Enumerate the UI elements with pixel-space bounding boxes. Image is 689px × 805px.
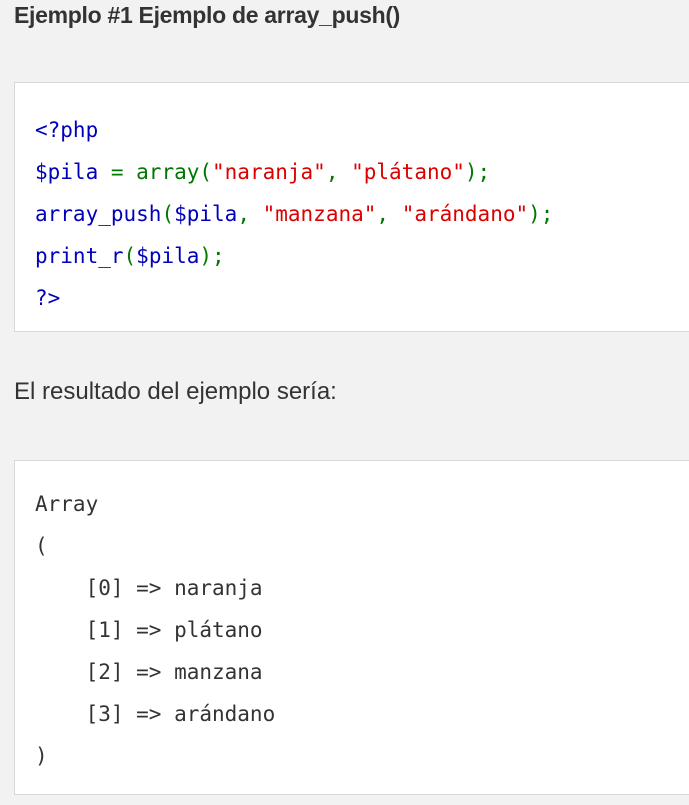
code-token: = — [110, 160, 137, 184]
result-label: El resultado del ejemplo sería: — [14, 378, 337, 405]
output-block: Array ( [0] => naranja [1] => plátano [2]… — [14, 460, 689, 795]
output-line: [2] => manzana — [35, 660, 263, 684]
code-token: <?php — [35, 118, 99, 142]
code-token: $pila — [35, 160, 111, 184]
code-token: , — [325, 160, 352, 184]
code-token: "manzana" — [262, 202, 377, 226]
output-line: ( — [35, 534, 48, 558]
code-token: $pila — [174, 202, 238, 226]
output-line: ) — [35, 744, 48, 768]
output-lines: Array ( [0] => naranja [1] => plátano [2]… — [35, 483, 275, 777]
code-line: ?> — [35, 277, 553, 319]
code-lines: <?php $pila = array("naranja", "plátano")… — [35, 109, 553, 319]
code-token: ); — [464, 160, 491, 184]
code-token: "naranja" — [212, 160, 326, 184]
code-token: $pila — [136, 244, 200, 268]
code-token: array( — [136, 160, 213, 184]
example-heading: Ejemplo #1 Ejemplo de array_push() — [14, 2, 401, 28]
output-line: [0] => naranja — [35, 576, 263, 600]
code-token: "plátano" — [351, 160, 465, 184]
code-line: <?php — [35, 109, 553, 151]
code-token: ?> — [35, 286, 61, 310]
code-token: print_r — [35, 244, 124, 268]
code-token: ( — [123, 244, 137, 268]
code-line: array_push($pila, "manzana", "arándano")… — [35, 193, 553, 235]
output-line: Array — [35, 492, 99, 516]
php-code-block: <?php $pila = array("naranja", "plátano")… — [14, 82, 689, 332]
code-line: $pila = array("naranja", "plátano"); — [35, 151, 553, 193]
output-line: [1] => plátano — [35, 618, 263, 642]
code-token: "arándano" — [401, 202, 529, 226]
code-token: ( — [161, 202, 175, 226]
code-line: print_r($pila); — [35, 235, 553, 277]
code-token: , — [237, 202, 263, 226]
code-token: , — [376, 202, 402, 226]
code-token: ); — [528, 202, 554, 226]
output-line: [3] => arándano — [35, 702, 276, 726]
code-token: array_push — [35, 202, 162, 226]
code-token: ); — [199, 244, 225, 268]
